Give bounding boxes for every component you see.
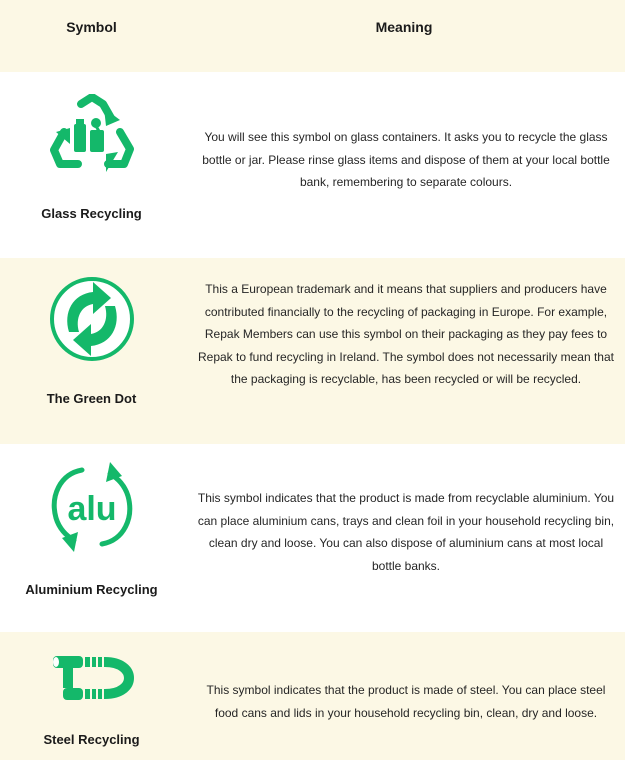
table-row: Glass Recycling You will see this symbol… xyxy=(0,72,625,258)
symbol-label: The Green Dot xyxy=(46,391,137,406)
meaning-text: You will see this symbol on glass contai… xyxy=(202,130,610,189)
steel-recycling-icon xyxy=(52,656,134,700)
meaning-text: This symbol indicates that the product i… xyxy=(206,683,606,720)
table-row: Steel Recycling This symbol indicates th… xyxy=(0,632,625,760)
table-header: Symbol Meaning xyxy=(0,0,625,72)
symbol-label: Aluminium Recycling xyxy=(25,582,158,597)
meaning-text: This symbol indicates that the product i… xyxy=(197,491,615,573)
glass-recycling-icon xyxy=(49,94,134,172)
meaning-column-header: Meaning xyxy=(375,19,433,35)
alu-icon-text: alu xyxy=(67,490,116,528)
meaning-text: This a European trademark and it means t… xyxy=(197,282,614,386)
green-dot-icon xyxy=(49,277,134,361)
symbol-label: Steel Recycling xyxy=(43,732,140,747)
symbol-column-header: Symbol xyxy=(66,19,117,35)
table-row: alu Aluminium Recycling This symbol indi… xyxy=(0,444,625,632)
symbol-cell: Glass Recycling xyxy=(0,72,183,258)
table-row: The Green Dot This a European trademark … xyxy=(0,258,625,444)
symbol-cell: The Green Dot xyxy=(0,258,183,444)
symbol-cell: Steel Recycling xyxy=(0,632,183,760)
aluminium-recycling-icon: alu xyxy=(51,462,132,552)
symbol-cell: alu Aluminium Recycling xyxy=(0,444,183,632)
symbol-label: Glass Recycling xyxy=(41,206,142,221)
